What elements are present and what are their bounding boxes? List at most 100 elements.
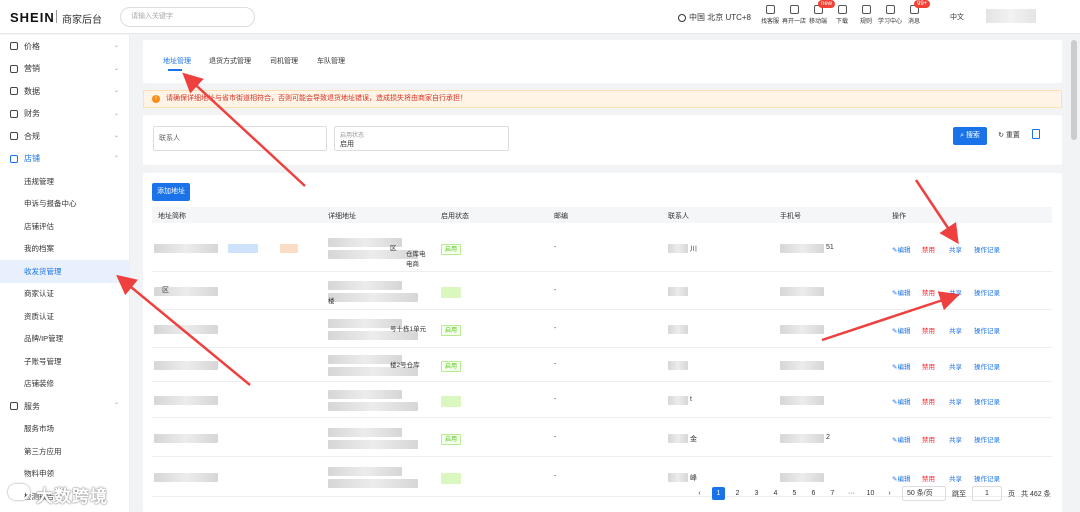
- jump-input[interactable]: 1: [972, 486, 1002, 501]
- tool-messages[interactable]: 99+ 消息: [902, 0, 931, 25]
- page-size-select[interactable]: 50 条/页: [902, 486, 946, 501]
- address-fragment: 电商: [406, 261, 419, 268]
- sidebar-subitem-decoration[interactable]: 店铺装修: [0, 373, 129, 396]
- add-address-button[interactable]: 添加地址: [152, 183, 190, 201]
- table-body: 区仓库电 电商 启用 - 川 51 ✎编辑 禁用 共享 操作记录区楼 - ✎编辑 禁用 共享 操作记录 号十栋…: [152, 223, 1052, 497]
- disable-link[interactable]: 禁用: [922, 287, 935, 297]
- tool-learning[interactable]: 学习中心: [878, 5, 902, 25]
- page-ellipsis[interactable]: ···: [845, 487, 858, 500]
- disable-link[interactable]: 禁用: [922, 434, 935, 444]
- page-3[interactable]: 3: [750, 487, 763, 500]
- language-selector[interactable]: 中文: [950, 12, 964, 22]
- reset-button[interactable]: ↻ 重置: [993, 127, 1025, 145]
- next-page-icon[interactable]: ›: [883, 487, 896, 500]
- user-account-blurred[interactable]: [986, 9, 1036, 23]
- sidebar-subitem-store-eval[interactable]: 店铺评估: [0, 215, 129, 238]
- contact-filter-input[interactable]: 联系人: [153, 126, 327, 151]
- tool-rules[interactable]: 规则: [854, 5, 878, 25]
- operation-log-link[interactable]: 操作记录: [974, 244, 1000, 254]
- disable-link[interactable]: 禁用: [922, 396, 935, 406]
- edit-link[interactable]: ✎编辑: [892, 287, 910, 297]
- operation-log-link[interactable]: 操作记录: [974, 287, 1000, 297]
- operation-log-link[interactable]: 操作记录: [974, 325, 1000, 335]
- edit-link[interactable]: ✎编辑: [892, 434, 910, 444]
- disable-link[interactable]: 禁用: [922, 244, 935, 254]
- sidebar-item-marketing[interactable]: 营销 ⌄: [0, 58, 129, 81]
- share-link[interactable]: 共享: [949, 396, 962, 406]
- operation-log-link[interactable]: 操作记录: [974, 473, 1000, 483]
- scrollbar[interactable]: [1071, 40, 1077, 140]
- tab-return-method[interactable]: 退货方式管理: [209, 56, 251, 66]
- chevron-up-icon: ⌃: [113, 403, 119, 409]
- tab-address[interactable]: 地址管理: [163, 56, 191, 66]
- tab-drivers[interactable]: 司机管理: [270, 56, 298, 66]
- sidebar-subitem-subaccounts[interactable]: 子账号管理: [0, 350, 129, 373]
- tool-customer-service[interactable]: 找客服: [758, 5, 782, 25]
- search-button[interactable]: ⌕ 搜索: [953, 127, 987, 145]
- sidebar-subitem-profile[interactable]: 我的档案: [0, 238, 129, 261]
- share-link[interactable]: 共享: [949, 361, 962, 371]
- sidebar-subitem-certification[interactable]: 商家认证: [0, 283, 129, 306]
- sidebar-subitem-third-party[interactable]: 第三方应用: [0, 440, 129, 463]
- sidebar-item-services[interactable]: 服务 ⌃: [0, 395, 129, 418]
- sidebar-subitem-brand[interactable]: 品牌/IP管理: [0, 328, 129, 351]
- zip-code: -: [554, 244, 557, 251]
- address-detail-blurred: [328, 428, 402, 437]
- sidebar: 价格 ⌄ 营销 ⌄ 数据 ⌄ 财务 ⌄ 合规 ⌄ 店铺 ⌃ 违规管理 申诉与报备中心 店铺评…: [0, 35, 130, 512]
- operation-log-link[interactable]: 操作记录: [974, 434, 1000, 444]
- page-5[interactable]: 5: [788, 487, 801, 500]
- store-icon: [789, 5, 799, 14]
- sidebar-item-store[interactable]: 店铺 ⌃: [0, 148, 129, 171]
- page-1[interactable]: 1: [712, 487, 725, 500]
- status-filter-select[interactable]: 启用状态 启用: [334, 126, 509, 151]
- page-2[interactable]: 2: [731, 487, 744, 500]
- sidebar-subitem-qualification[interactable]: 资质认证: [0, 305, 129, 328]
- disable-link[interactable]: 禁用: [922, 361, 935, 371]
- edit-link[interactable]: ✎编辑: [892, 325, 910, 335]
- status-badge: 启用: [441, 244, 462, 255]
- col-contact: 联系人: [668, 213, 689, 220]
- active-tab-indicator: [168, 69, 182, 71]
- edit-link[interactable]: ✎编辑: [892, 361, 910, 371]
- edit-link[interactable]: ✎编辑: [892, 396, 910, 406]
- operation-log-link[interactable]: 操作记录: [974, 361, 1000, 371]
- tab-fleet[interactable]: 车队管理: [317, 56, 345, 66]
- share-link[interactable]: 共享: [949, 473, 962, 483]
- edit-link[interactable]: ✎编辑: [892, 473, 910, 483]
- share-link[interactable]: 共享: [949, 434, 962, 444]
- tool-open-store[interactable]: 再开一店: [782, 5, 806, 25]
- disable-link[interactable]: 禁用: [922, 325, 935, 335]
- sidebar-item-price[interactable]: 价格 ⌄: [0, 35, 129, 58]
- phone-blurred: [780, 473, 824, 482]
- column-settings-icon[interactable]: [1032, 129, 1040, 139]
- share-link[interactable]: 共享: [949, 287, 962, 297]
- col-status: 启用状态: [441, 213, 469, 220]
- edit-link[interactable]: ✎编辑: [892, 244, 910, 254]
- sidebar-item-compliance[interactable]: 合规 ⌄: [0, 125, 129, 148]
- tool-download[interactable]: 下载: [830, 5, 854, 25]
- address-table: 地址简称 详细地址 启用状态 邮编 联系人 手机号 操作 区仓库电 电商 启用 - 川 5…: [152, 207, 1052, 497]
- operation-log-link[interactable]: 操作记录: [974, 396, 1000, 406]
- contact-fragment: 峰: [690, 475, 697, 482]
- contact-blurred: [668, 361, 688, 370]
- tag-blurred: [228, 244, 258, 253]
- region-selector[interactable]: 中国 北京 UTC+8: [678, 12, 751, 23]
- share-link[interactable]: 共享: [949, 325, 962, 335]
- page-7[interactable]: 7: [826, 487, 839, 500]
- sidebar-subitem-appeals[interactable]: 申诉与报备中心: [0, 193, 129, 216]
- tool-mobile[interactable]: new 移动端: [806, 0, 836, 25]
- sidebar-subitem-service-market[interactable]: 服务市场: [0, 418, 129, 441]
- disable-link[interactable]: 禁用: [922, 473, 935, 483]
- sidebar-item-finance[interactable]: 财务 ⌄: [0, 103, 129, 126]
- phone-blurred: [780, 287, 824, 296]
- search-input[interactable]: 请输入关键字: [120, 7, 255, 27]
- prev-page-icon[interactable]: ‹: [693, 487, 706, 500]
- sidebar-item-data[interactable]: 数据 ⌄: [0, 80, 129, 103]
- sidebar-subitem-shipping[interactable]: 收发货管理: [0, 260, 129, 283]
- logo[interactable]: SHEIN: [10, 10, 55, 25]
- page-4[interactable]: 4: [769, 487, 782, 500]
- page-6[interactable]: 6: [807, 487, 820, 500]
- sidebar-subitem-violations[interactable]: 违规管理: [0, 170, 129, 193]
- share-link[interactable]: 共享: [949, 244, 962, 254]
- page-10[interactable]: 10: [864, 487, 877, 500]
